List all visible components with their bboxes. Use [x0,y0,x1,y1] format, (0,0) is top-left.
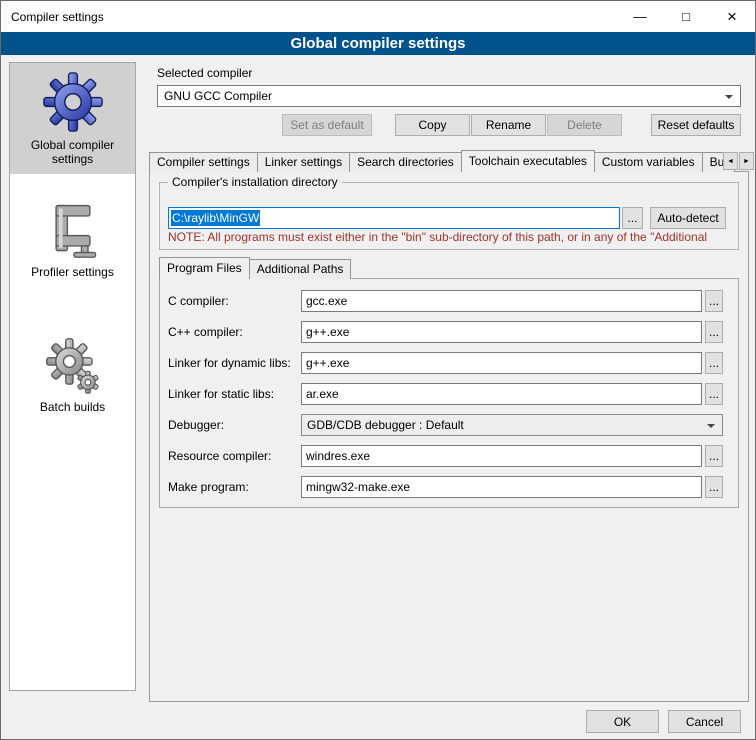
sidebar: Global compiler settings Profiler settin… [9,62,136,691]
tab-scroll-right-icon[interactable]: ► [739,152,754,170]
browse-button[interactable]: ... [705,445,723,467]
browse-button[interactable]: ... [705,383,723,405]
installation-directory-selected-text: C:\raylib\MinGW [171,210,260,226]
tab-scroll-left-icon[interactable]: ◄ [723,152,738,170]
cpp-compiler-input[interactable] [301,321,702,343]
dialog-header-title: Global compiler settings [1,32,755,55]
sidebar-item-batch-builds[interactable]: Batch builds [10,329,135,422]
window-title: Compiler settings [11,10,104,24]
browse-button[interactable]: ... [622,207,643,229]
tab-compiler-settings[interactable]: Compiler settings [149,152,258,172]
blue-gear-icon [42,71,104,133]
set-as-default-button[interactable]: Set as default [282,114,372,136]
debugger-select-value: GDB/CDB debugger : Default [307,418,464,432]
subtab-program-files[interactable]: Program Files [159,257,250,279]
tab-linker-settings[interactable]: Linker settings [257,152,350,172]
browse-button[interactable]: ... [705,476,723,498]
tab-strip: Compiler settings Linker settings Search… [149,150,734,172]
sidebar-item-global-compiler-settings[interactable]: Global compiler settings [10,63,135,174]
window-controls: — □ × [617,1,755,32]
tab-toolchain-executables[interactable]: Toolchain executables [461,150,595,172]
selected-compiler-label: Selected compiler [157,66,252,80]
c-compiler-label: C compiler: [168,294,229,308]
titlebar: Compiler settings — □ × [1,1,755,32]
static-linker-input[interactable] [301,383,702,405]
resource-compiler-input[interactable] [301,445,702,467]
debugger-select[interactable]: GDB/CDB debugger : Default [301,414,723,436]
dynamic-linker-input[interactable] [301,352,702,374]
sidebar-item-profiler-settings[interactable]: Profiler settings [10,192,135,287]
compiler-settings-window: Compiler settings — □ × Global compiler … [0,0,756,740]
copy-button[interactable]: Copy [395,114,470,136]
auto-detect-button[interactable]: Auto-detect [650,207,726,229]
program-files-panel: C compiler: ... C++ compiler: ... Linker… [159,278,739,508]
tab-custom-variables[interactable]: Custom variables [594,152,703,172]
make-program-label: Make program: [168,480,249,494]
resource-compiler-label: Resource compiler: [168,449,271,463]
dynamic-linker-label: Linker for dynamic libs: [168,356,291,370]
c-compiler-input[interactable] [301,290,702,312]
reset-defaults-button[interactable]: Reset defaults [651,114,741,136]
tab-search-directories[interactable]: Search directories [349,152,462,172]
browse-button[interactable]: ... [705,321,723,343]
maximize-icon[interactable]: □ [663,1,709,32]
chevron-down-icon [725,95,733,103]
static-linker-label: Linker for static libs: [168,387,274,401]
ok-button[interactable]: OK [586,710,659,733]
sidebar-item-label: Global compiler settings [13,138,132,166]
close-icon[interactable]: × [709,1,755,32]
installation-directory-group-title: Compiler's installation directory [168,175,342,189]
cancel-button[interactable]: Cancel [668,710,741,733]
sidebar-item-label: Profiler settings [13,265,132,279]
form-row: C++ compiler: ... [160,321,738,343]
form-row: Make program: ... [160,476,738,498]
rename-button[interactable]: Rename [471,114,546,136]
toolchain-executables-panel: Compiler's installation directory C:\ray… [149,171,749,702]
installation-directory-group: Compiler's installation directory C:\ray… [159,182,739,250]
form-row: C compiler: ... [160,290,738,312]
form-row: Debugger: GDB/CDB debugger : Default [160,414,738,436]
browse-button[interactable]: ... [705,352,723,374]
chevron-down-icon [707,424,715,432]
form-row: Linker for static libs: ... [160,383,738,405]
browse-button[interactable]: ... [705,290,723,312]
subtab-strip: Program Files Additional Paths [159,258,350,279]
debugger-label: Debugger: [168,418,224,432]
form-row: Resource compiler: ... [160,445,738,467]
selected-compiler-select[interactable]: GNU GCC Compiler [157,85,741,107]
note-text: NOTE: All programs must exist either in … [168,230,734,244]
make-program-input[interactable] [301,476,702,498]
minimize-icon[interactable]: — [617,1,663,32]
profiler-tool-icon [43,200,103,260]
cpp-compiler-label: C++ compiler: [168,325,243,339]
delete-button[interactable]: Delete [547,114,622,136]
form-row: Linker for dynamic libs: ... [160,352,738,374]
gray-gears-icon [44,337,102,395]
subtab-additional-paths[interactable]: Additional Paths [249,259,352,279]
sidebar-item-label: Batch builds [13,400,132,414]
installation-directory-input[interactable]: C:\raylib\MinGW [168,207,620,229]
selected-compiler-value: GNU GCC Compiler [164,89,272,103]
